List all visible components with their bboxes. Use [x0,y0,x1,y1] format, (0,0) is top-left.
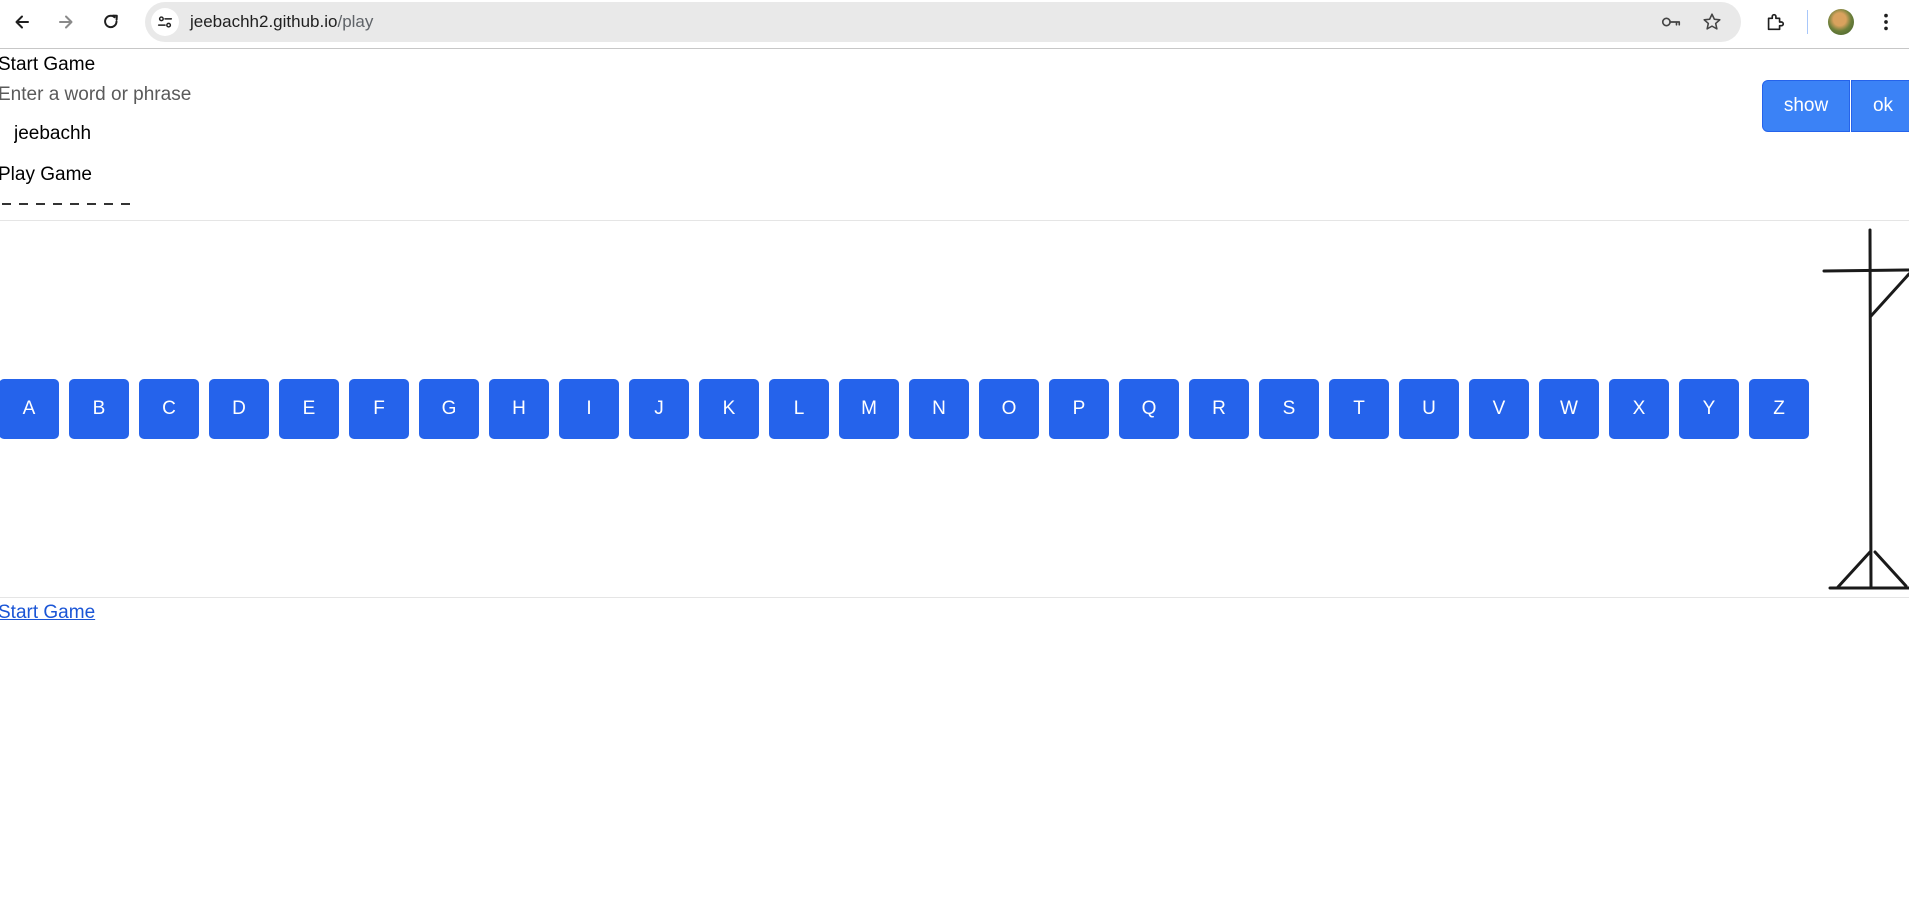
letter-button-q[interactable]: Q [1119,379,1179,439]
forward-icon[interactable] [50,6,82,38]
avatar [1828,9,1854,35]
word-blanks [0,203,134,205]
address-bar[interactable]: jeebachh2.github.io/play [145,2,1741,42]
letter-button-w[interactable]: W [1539,379,1599,439]
url-text[interactable]: jeebachh2.github.io/play [190,12,373,32]
letter-blank [83,203,100,205]
word-input[interactable] [0,116,1760,152]
letter-blank [66,203,83,205]
play-game-heading: Play Game [0,164,92,185]
letter-button-k[interactable]: K [699,379,759,439]
password-key-icon[interactable] [1660,11,1682,33]
letter-button-m[interactable]: M [839,379,899,439]
letter-button-t[interactable]: T [1329,379,1389,439]
toolbar-separator [1807,10,1808,34]
section-divider [0,220,1909,221]
letter-button-i[interactable]: I [559,379,619,439]
show-button[interactable]: show [1762,80,1850,132]
letter-blank [49,203,66,205]
letter-blank [0,203,15,205]
letter-button-d[interactable]: D [209,379,269,439]
start-game-link[interactable]: Start Game [0,602,95,624]
url-host: jeebachh2.github.io [190,12,338,31]
letter-button-b[interactable]: B [69,379,129,439]
profile-avatar[interactable] [1825,6,1857,38]
letter-button-p[interactable]: P [1049,379,1109,439]
reload-icon[interactable] [95,6,127,38]
back-icon[interactable] [6,6,38,38]
letter-button-r[interactable]: R [1189,379,1249,439]
start-game-heading: Start Game [0,54,96,75]
letter-button-c[interactable]: C [139,379,199,439]
word-prompt-label: Enter a word or phrase [0,84,192,105]
letter-button-o[interactable]: O [979,379,1039,439]
ok-button[interactable]: ok [1851,80,1909,132]
letter-button-l[interactable]: L [769,379,829,439]
url-path: /play [337,12,374,31]
letter-button-n[interactable]: N [909,379,969,439]
gallows-left-foot [1836,550,1872,589]
letter-button-f[interactable]: F [349,379,409,439]
browser-toolbar: jeebachh2.github.io/play [0,0,1909,49]
letter-button-j[interactable]: J [629,379,689,439]
letter-blank [15,203,32,205]
letter-button-u[interactable]: U [1399,379,1459,439]
hangman-gallows [1822,228,1909,590]
letter-keyboard: A B C D E F G H I J K L M N O P Q R S T … [0,379,1809,439]
bookmark-star-icon[interactable] [1701,11,1723,33]
extensions-icon[interactable] [1759,6,1791,38]
letter-blank [100,203,117,205]
menu-dots-icon[interactable] [1870,6,1902,38]
site-info-icon[interactable] [151,8,179,36]
letter-button-y[interactable]: Y [1679,379,1739,439]
page-content: Start Game Enter a word or phrase show o… [0,50,1909,915]
letter-button-x[interactable]: X [1609,379,1669,439]
section-divider [0,597,1909,598]
letter-blank [117,203,134,205]
letter-button-a[interactable]: A [0,379,59,439]
letter-blank [32,203,49,205]
letter-button-e[interactable]: E [279,379,339,439]
letter-button-s[interactable]: S [1259,379,1319,439]
letter-button-z[interactable]: Z [1749,379,1809,439]
letter-button-h[interactable]: H [489,379,549,439]
letter-button-v[interactable]: V [1469,379,1529,439]
gallows-beam [1822,268,1909,273]
gallows-brace [1869,272,1909,318]
gallows-pole [1868,228,1873,590]
letter-button-g[interactable]: G [419,379,479,439]
gallows-right-foot [1873,550,1908,588]
